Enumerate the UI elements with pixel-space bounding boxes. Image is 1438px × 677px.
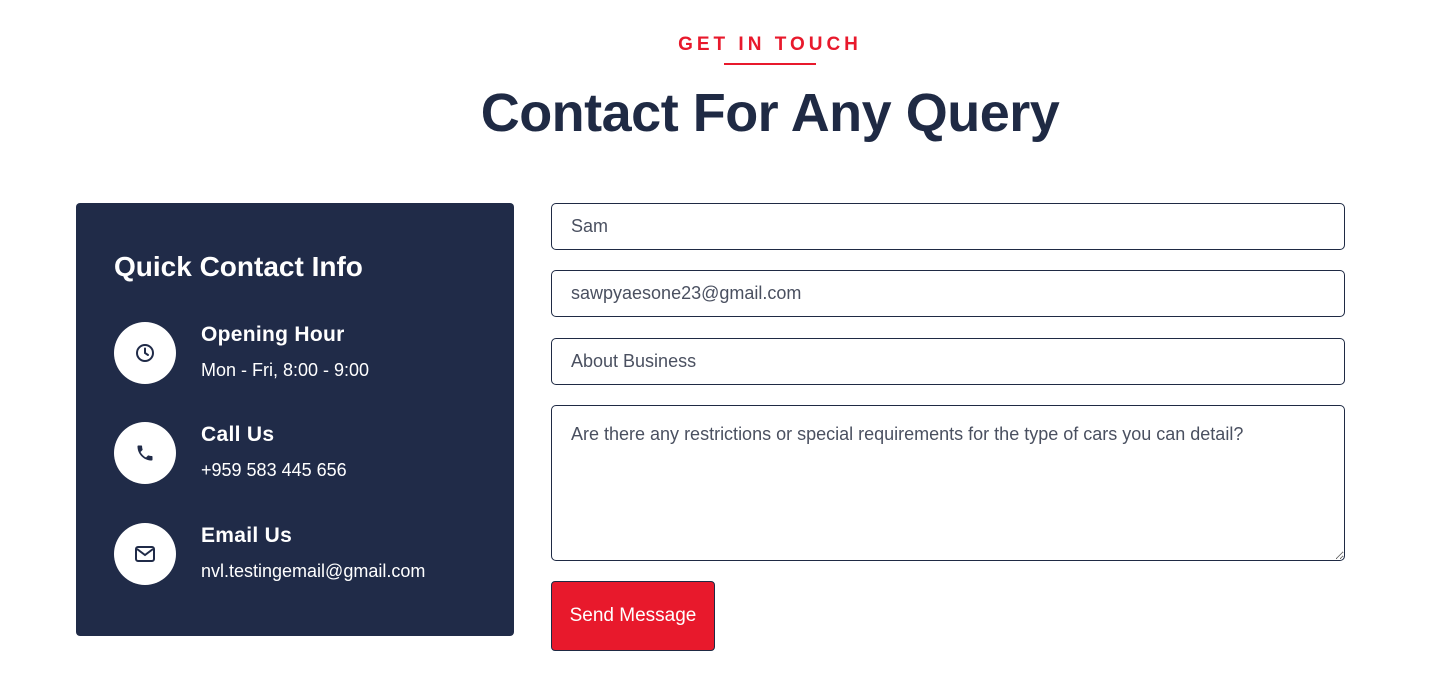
message-textarea[interactable]: Are there any restrictions or special re… [551, 405, 1345, 561]
quick-contact-title: Quick Contact Info [114, 251, 363, 282]
send-message-button[interactable]: Send Message [551, 581, 715, 651]
name-field[interactable] [551, 203, 1345, 250]
info-label-call-us: Call Us [201, 423, 275, 446]
clock-icon [114, 322, 176, 384]
info-value-email: nvl.testingemail@gmail.com [201, 561, 426, 581]
eyebrow-text: GET IN TOUCH [678, 34, 862, 55]
info-item-email-us: Email Us nvl.testingemail@gmail.com [114, 523, 494, 587]
info-label-email-us: Email Us [201, 524, 293, 547]
quick-contact-card: Quick Contact Info Opening Hour Mon - Fr… [76, 203, 514, 636]
info-value-phone: +959 583 445 656 [201, 460, 347, 480]
email-field[interactable] [551, 270, 1345, 317]
info-item-opening-hour: Opening Hour Mon - Fri, 8:00 - 9:00 [114, 322, 494, 386]
page-title: Contact For Any Query [480, 83, 1060, 143]
phone-icon [114, 422, 176, 484]
info-value-opening-hour: Mon - Fri, 8:00 - 9:00 [201, 360, 370, 380]
info-item-call-us: Call Us +959 583 445 656 [114, 422, 494, 486]
info-label-opening-hour: Opening Hour [201, 323, 345, 346]
eyebrow-underline [724, 63, 816, 65]
subject-field[interactable] [551, 338, 1345, 385]
envelope-icon [114, 523, 176, 585]
